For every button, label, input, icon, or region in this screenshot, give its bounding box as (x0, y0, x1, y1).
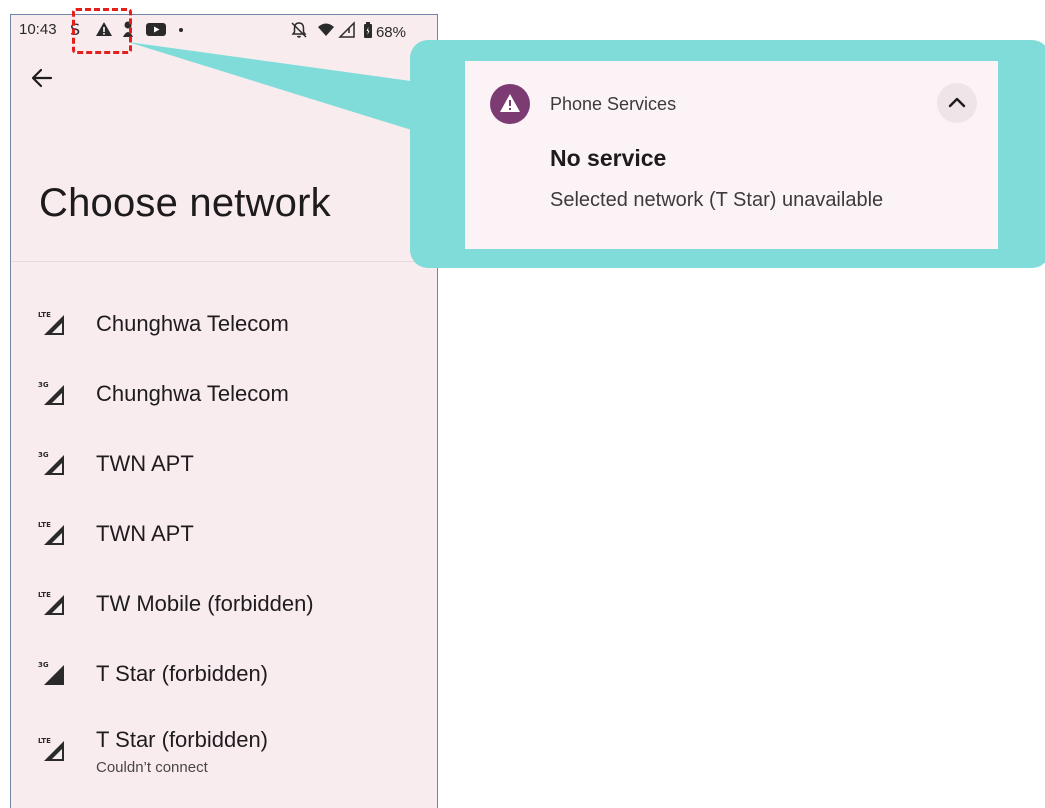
battery-icon (363, 21, 373, 43)
battery-percent: 68% (375, 23, 406, 41)
signal-lte-icon: LTE (38, 519, 68, 547)
collapse-button[interactable] (937, 83, 977, 123)
signal-3g-icon: 3G (38, 449, 68, 477)
signal-icon (338, 21, 356, 43)
phone-screen: 10:43 S 68% Choose network LTE Chunghwa … (10, 14, 438, 808)
network-item[interactable]: 3G Chunghwa Telecom (11, 363, 437, 423)
network-item[interactable]: LTE TW Mobile (forbidden) (11, 573, 437, 633)
network-item[interactable]: 3G TWN APT (11, 433, 437, 493)
notification-app-name: Phone Services (550, 94, 677, 114)
notification-title: No service (550, 145, 667, 171)
header-divider (11, 261, 437, 262)
notification-card[interactable]: Phone Services No service Selected netwo… (465, 61, 998, 249)
chevron-up-icon (937, 97, 977, 127)
status-right-group: 68% (290, 21, 406, 43)
svg-text:3G: 3G (38, 661, 49, 669)
back-arrow-icon[interactable] (29, 65, 55, 91)
svg-text:LTE: LTE (38, 311, 51, 319)
status-time: 10:43 (19, 21, 57, 38)
svg-text:3G: 3G (38, 451, 49, 459)
highlight-box (72, 8, 132, 54)
network-label: T Star (forbidden) (96, 661, 269, 686)
youtube-icon (145, 20, 167, 42)
signal-lte-icon: LTE (38, 735, 68, 763)
network-label: T Star (forbidden) (96, 727, 269, 752)
screenshot-canvas: 10:43 S 68% Choose network LTE Chunghwa … (0, 0, 1045, 808)
svg-text:3G: 3G (38, 381, 49, 389)
network-item[interactable]: LTE T Star (forbidden) Couldn’t connect (11, 713, 437, 783)
network-label: Chunghwa Telecom (96, 381, 289, 406)
signal-lte-icon: LTE (38, 589, 68, 617)
network-label: TWN APT (96, 521, 194, 546)
network-sublabel: Couldn’t connect (96, 759, 208, 776)
wifi-icon (317, 21, 335, 43)
svg-text:LTE: LTE (38, 737, 51, 745)
network-label: TWN APT (96, 451, 194, 476)
signal-3g-full-icon: 3G (38, 659, 68, 687)
network-item[interactable]: LTE TWN APT (11, 503, 437, 563)
signal-3g-icon: 3G (38, 379, 68, 407)
notification-text: Selected network (T Star) unavailable (550, 189, 884, 211)
page-title: Choose network (39, 181, 331, 225)
network-item[interactable]: LTE Chunghwa Telecom (11, 293, 437, 353)
bell-off-icon (290, 21, 308, 43)
dot-icon (177, 20, 185, 42)
warning-icon (490, 84, 530, 124)
signal-lte-icon: LTE (38, 309, 68, 337)
network-item[interactable]: 3G T Star (forbidden) (11, 643, 437, 703)
svg-text:LTE: LTE (38, 521, 51, 529)
svg-text:LTE: LTE (38, 591, 51, 599)
network-label: Chunghwa Telecom (96, 311, 289, 336)
network-label: TW Mobile (forbidden) (96, 591, 314, 616)
